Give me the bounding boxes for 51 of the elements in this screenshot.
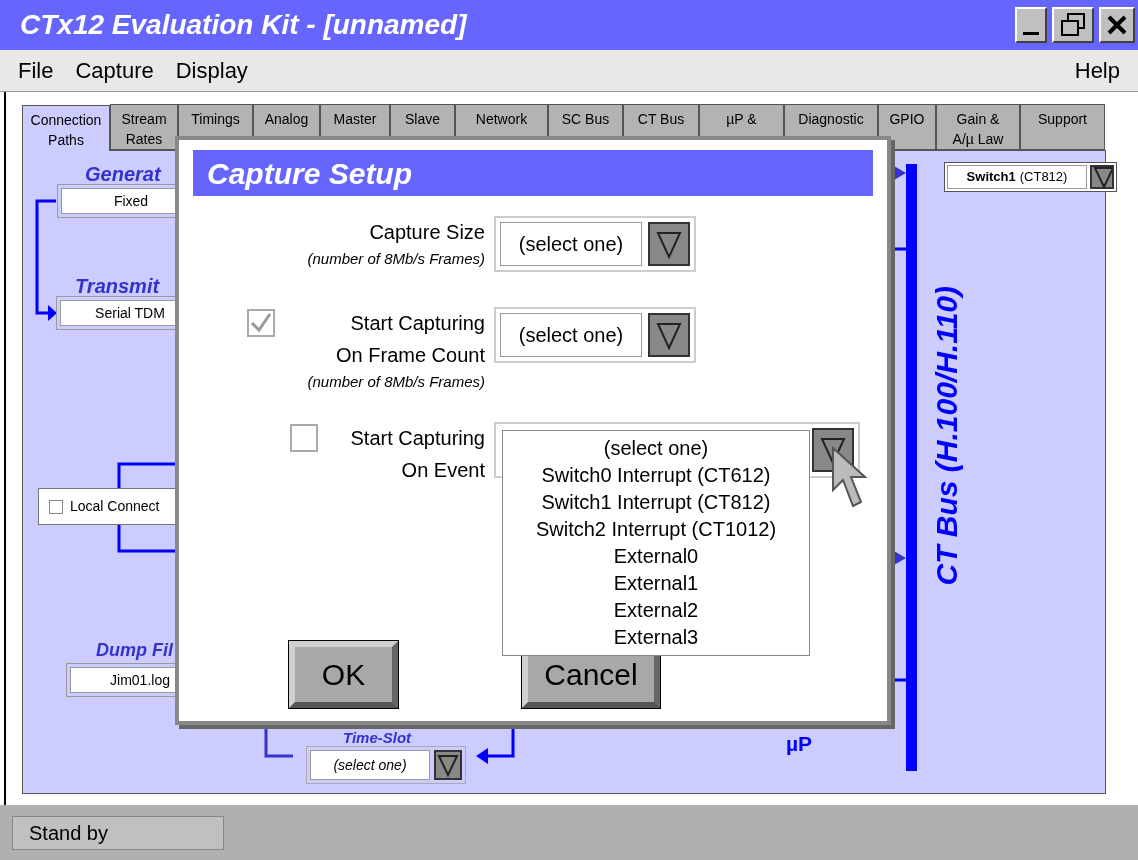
dropdown-option[interactable]: Switch1 Interrupt (CT812) [541,488,771,516]
checkbox[interactable] [247,309,276,337]
tab[interactable]: Stream Rates [110,104,178,150]
field-label: Time-Slot [343,728,412,748]
hint-text: (number of 8Mb/s Frames) [307,249,485,269]
checkbox[interactable] [290,423,319,452]
connector-line [264,726,293,758]
menu-item[interactable]: Capture [75,54,154,87]
checkbox-label: Local Connect [70,497,160,516]
dropdown-field[interactable]: (select one) [500,222,642,266]
field-label: Dump Fil [96,639,173,662]
dropdown-field[interactable]: (select one) [500,313,642,357]
status-text: Stand by [12,815,224,850]
tab[interactable]: Support [1020,104,1105,150]
restore-button[interactable] [1052,7,1094,43]
checkbox[interactable] [49,499,63,514]
dropdown-option[interactable]: Switch0 Interrupt (CT612) [541,461,771,489]
tab[interactable]: GPIO [878,104,936,150]
field-label: Transmit [75,274,160,299]
option-label: Capture Size [369,220,485,245]
microprocessor-label: µP [786,731,813,757]
dropdown-field[interactable]: Switch1 (CT812) [947,165,1087,189]
close-icon [1106,14,1128,36]
close-button[interactable] [1099,7,1135,43]
option-label: Start Capturing On Event [350,425,485,483]
menu-item[interactable]: Display [175,54,248,87]
dropdown-option[interactable]: External2 [613,596,699,624]
minimize-icon [1023,31,1039,35]
bus-label: CT Bus (H.100/H.110) [929,286,964,586]
triangle-down-icon [654,229,684,259]
dropdown-option[interactable]: External1 [613,569,699,597]
menu-item[interactable]: File [18,54,54,87]
triangle-down-icon [436,753,460,777]
tab[interactable]: Connection Paths [22,105,110,151]
field-label: Generat [85,162,161,187]
restore-icon [1060,13,1086,37]
tab[interactable]: Gain & A/µ Law [936,104,1020,150]
help-menu[interactable]: Help [1074,54,1120,87]
hint-text: (number of 8Mb/s Frames) [307,372,485,392]
minimize-button[interactable] [1015,7,1047,43]
dialog-button[interactable]: OK [289,641,398,708]
triangle-down-icon [1092,165,1112,189]
triangle-down-icon [654,320,684,350]
connector-arrow [476,726,515,764]
option-label: Start Capturing On Frame Count [336,311,485,368]
dialog-title: Capture Setup [207,155,413,192]
dropdown-option[interactable]: Switch2 Interrupt (CT1012) [535,515,777,543]
dropdown-field[interactable]: (select one) [310,750,430,780]
dropdown-option[interactable]: External0 [613,542,699,570]
window-title: CTx12 Evaluation Kit - [unnamed] [20,8,467,42]
dropdown-option[interactable]: (select one) [603,434,709,462]
